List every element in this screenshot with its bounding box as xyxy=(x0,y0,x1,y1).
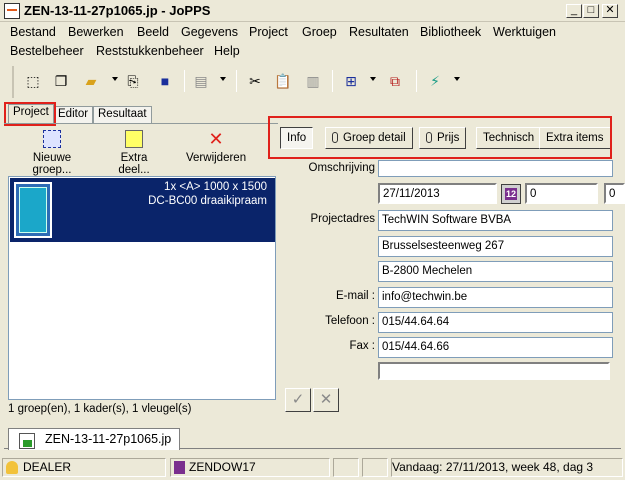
delete-button[interactable]: ✕ Verwijderen xyxy=(186,130,246,164)
group-list[interactable]: 1x <A> 1000 x 1500 DC-BC00 draaikipraam xyxy=(8,176,276,400)
confirm-button[interactable]: ✓ xyxy=(285,388,311,412)
list-status: 1 groep(en), 1 kader(s), 1 vleugel(s) xyxy=(8,403,192,415)
phone-label: Telefoon : xyxy=(325,315,375,327)
import-icon[interactable]: ⎘ xyxy=(122,70,144,92)
menu-beeld[interactable]: Beeld xyxy=(137,25,169,39)
menu-reststukkenbeheer[interactable]: Reststukkenbeheer xyxy=(96,44,204,58)
lightning-icon[interactable]: ⚡ xyxy=(424,70,446,92)
fax-label: Fax : xyxy=(349,340,375,352)
open-dropdown-icon[interactable] xyxy=(112,77,118,81)
document-tab[interactable]: ZEN-13-11-27p1065.jp xyxy=(8,428,180,450)
lightning-dropdown-icon[interactable] xyxy=(454,77,460,81)
menu-bewerken[interactable]: Bewerken xyxy=(68,25,124,39)
user-icon xyxy=(6,461,18,474)
open-folder-icon[interactable]: ▰ xyxy=(80,70,102,92)
status-today: Vandaag: 27/11/2013, week 48, dag 3 xyxy=(391,458,623,477)
calendar-button[interactable]: 12 xyxy=(501,184,521,204)
extra-part-button[interactable]: Extra deel... xyxy=(104,130,164,176)
number-input-2[interactable]: 0 xyxy=(604,183,625,204)
list-item-subtitle: DC-BC00 draaikipraam xyxy=(148,195,267,207)
paste-icon[interactable]: 📋 xyxy=(272,70,294,92)
address-line-2[interactable]: Brusselsesteenweg 267 xyxy=(378,236,613,257)
menu-gegevens[interactable]: Gegevens xyxy=(181,25,238,39)
menu-bestand[interactable]: Bestand xyxy=(10,25,56,39)
menu-groep[interactable]: Groep xyxy=(302,25,337,39)
minimize-button[interactable]: _ xyxy=(566,4,582,18)
list-item[interactable]: 1x <A> 1000 x 1500 DC-BC00 draaikipraam xyxy=(10,178,275,242)
window-title: ZEN-13-11-27p1065.jp - JoPPS xyxy=(24,3,211,18)
windows-icon[interactable]: ⧉ xyxy=(384,70,406,92)
menu-werktuigen[interactable]: Werktuigen xyxy=(493,25,556,39)
menu-resultaten[interactable]: Resultaten xyxy=(349,25,409,39)
email-input[interactable]: info@techwin.be xyxy=(378,287,613,308)
product-icon xyxy=(174,461,185,474)
date-input[interactable]: 27/11/2013 xyxy=(378,183,497,204)
list-item-title: 1x <A> 1000 x 1500 xyxy=(164,181,267,193)
toolbar: ⬚ ❐ ▰ ⎘ ■ ▤ ✂ 📋 ▥ ⊞ ⧉ ⚡ xyxy=(12,66,467,98)
document-tab-label: ZEN-13-11-27p1065.jp xyxy=(45,432,172,446)
extra-input[interactable] xyxy=(378,362,610,380)
cut-icon[interactable]: ✂ xyxy=(244,70,266,92)
tab-resultaat[interactable]: Resultaat xyxy=(93,106,152,123)
email-label: E-mail : xyxy=(336,290,375,302)
copy-icon[interactable]: ❐ xyxy=(50,70,72,92)
number-input-1[interactable]: 0 xyxy=(525,183,598,204)
menu-help[interactable]: Help xyxy=(214,44,240,58)
highlight-info-tabs xyxy=(268,116,612,159)
address-line-3[interactable]: B-2800 Mechelen xyxy=(378,261,613,282)
paste-special-icon[interactable]: ▥ xyxy=(302,70,324,92)
address-line-1[interactable]: TechWIN Software BVBA xyxy=(378,210,613,231)
new-icon[interactable]: ⬚ xyxy=(22,70,44,92)
status-product: ZENDOW17 xyxy=(170,458,330,477)
menu-bar-row-1: Bestand Bewerken Beeld Gegevens Project … xyxy=(0,23,625,42)
tab-editor[interactable]: Editor xyxy=(53,106,94,123)
new-group-button[interactable]: Nieuwe groep... xyxy=(14,130,90,176)
document-icon xyxy=(19,433,35,449)
phone-input[interactable]: 015/44.64.64 xyxy=(378,312,613,333)
new-group-icon xyxy=(43,130,61,148)
window-thumbnail xyxy=(14,182,52,238)
fax-input[interactable]: 015/44.64.66 xyxy=(378,337,613,358)
omschrijving-label: Omschrijving xyxy=(308,162,375,174)
extra-part-icon xyxy=(125,130,143,148)
cancel-button[interactable]: ✕ xyxy=(313,388,339,412)
save-icon[interactable]: ■ xyxy=(154,70,176,92)
omschrijving-input[interactable] xyxy=(378,160,613,177)
menu-project[interactable]: Project xyxy=(249,25,288,39)
projectadres-label: Projectadres xyxy=(310,213,375,225)
menu-bar-row-2: Bestelbeheer Reststukkenbeheer Help xyxy=(0,42,625,61)
app-icon xyxy=(4,3,20,19)
status-cell-empty-2 xyxy=(362,458,388,477)
menu-bestelbeheer[interactable]: Bestelbeheer xyxy=(10,44,84,58)
close-button[interactable]: ✕ xyxy=(602,4,618,18)
grid-icon[interactable]: ⊞ xyxy=(340,70,362,92)
status-cell-empty-1 xyxy=(333,458,359,477)
delete-icon: ✕ xyxy=(208,129,224,149)
print-dropdown-icon[interactable] xyxy=(220,77,226,81)
title-bar: ZEN-13-11-27p1065.jp - JoPPS _ □ ✕ xyxy=(0,0,625,22)
menu-bibliotheek[interactable]: Bibliotheek xyxy=(420,25,481,39)
status-user: DEALER xyxy=(2,458,166,477)
print-icon[interactable]: ▤ xyxy=(190,70,212,92)
maximize-button[interactable]: □ xyxy=(583,4,599,18)
calendar-icon: 12 xyxy=(505,188,517,200)
grid-dropdown-icon[interactable] xyxy=(370,77,376,81)
